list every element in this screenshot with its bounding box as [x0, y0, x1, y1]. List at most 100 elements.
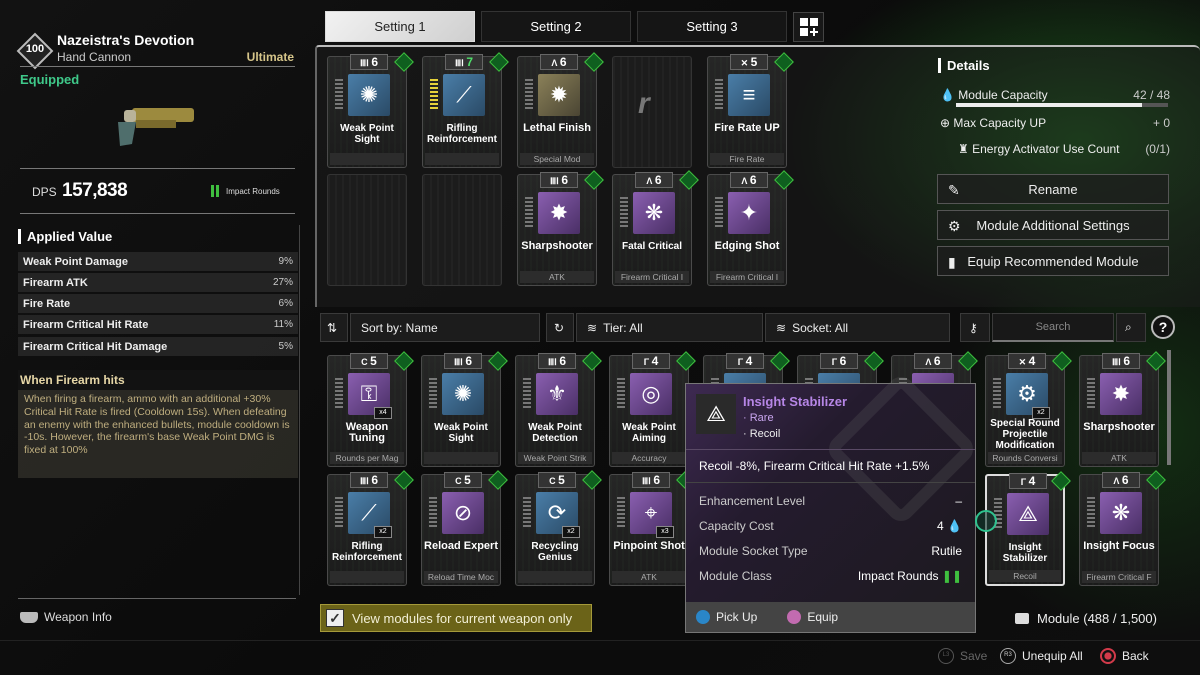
tooltip-row-label: Module Class — [699, 569, 772, 583]
module-name: Weak Point Aiming — [622, 422, 676, 444]
impact-rounds-class-icon — [1051, 471, 1071, 491]
module-card[interactable]: ⅢⅠ 6 ✺ Weak Point Sight — [327, 52, 414, 168]
module-category: Firearm Critical F — [1082, 571, 1156, 583]
cost-value: 5 — [464, 473, 471, 487]
module-card[interactable]: Λ 6 ✦ Edging Shot Firearm Critical I — [707, 170, 794, 286]
unequip-all-button[interactable]: R3 Unequip All — [1000, 648, 1083, 664]
empty-module-slot[interactable]: r — [612, 56, 692, 168]
module-card[interactable]: ⅢⅠ 6 ⚜ Weak Point Detection Weak Point Stri… — [515, 351, 602, 467]
sort-dropdown[interactable]: Sort by: Name — [350, 313, 540, 342]
weapon-rarity: Ultimate — [246, 50, 294, 64]
enhancement-level-bars — [617, 378, 625, 410]
empty-module-slot[interactable] — [422, 174, 502, 286]
add-setting-button[interactable] — [793, 12, 824, 42]
capacity-cost: ⅢⅠ 6 — [350, 54, 388, 70]
cross-button-icon — [696, 610, 710, 624]
module-additional-settings-button[interactable]: ⚙ Module Additional Settings — [937, 210, 1169, 240]
socket-dropdown[interactable]: ≋ Socket: All — [765, 313, 950, 342]
module-card[interactable]: ⅢⅠ 6 ✸ Sharpshooter ATK — [1079, 351, 1166, 467]
sort-order-button[interactable]: ⇅ — [320, 313, 348, 342]
save-button[interactable]: L3 Save — [938, 648, 987, 664]
module-category: ATK — [1082, 452, 1156, 464]
back-button[interactable]: Back — [1100, 648, 1149, 664]
impact-rounds-class-icon — [582, 351, 602, 371]
module-card[interactable]: Γ 4 ⟁ Insight Stabilizer Recoil — [985, 471, 1071, 586]
socket-type-icon: Λ — [551, 58, 560, 68]
equip-action[interactable]: Equip — [787, 610, 838, 624]
module-card[interactable]: Λ 6 ❋ Fatal Critical Firearm Critical I — [612, 170, 699, 286]
impact-rounds-class-icon — [394, 351, 414, 371]
capacity-cost: C 5 — [350, 353, 388, 369]
module-capacity-label: 💧 Module Capacity — [940, 88, 1048, 102]
socket-type-icon: C — [549, 476, 559, 486]
socket-type-icon: Γ — [643, 357, 652, 367]
module-icon: ✦ — [728, 192, 770, 234]
reset-filter-button[interactable]: ↻ — [546, 313, 574, 342]
pick-up-action[interactable]: Pick Up — [696, 610, 757, 624]
enhancement-level-bars — [1087, 497, 1095, 529]
module-card[interactable]: ✕ 5 ≡ Fire Rate UP Fire Rate — [707, 52, 794, 168]
capacity-drop-icon: 💧 — [940, 88, 955, 102]
tab-setting-1[interactable]: Setting 1 — [325, 11, 475, 42]
tooltip-rarity: · Rare — [743, 412, 774, 424]
stack-count: x2 — [562, 526, 580, 538]
module-card[interactable]: ⅢⅠ 6 ✸ Sharpshooter ATK — [517, 170, 604, 286]
module-card[interactable]: ⅢⅠ 6 ⌖ x3 Pinpoint Shot ATK — [609, 470, 696, 586]
view-current-weapon-checkbox[interactable]: ✓ View modules for current weapon only — [320, 604, 592, 632]
module-card[interactable]: ⅢⅠ 7 ⟋ Rifling Reinforcement — [422, 52, 509, 168]
divider — [18, 598, 296, 599]
module-card[interactable]: ⅢⅠ 6 ⟋ x2 Rifling Reinforcement — [327, 470, 414, 586]
module-card[interactable]: C 5 ⊘ Reload Expert Reload Time Moc — [421, 470, 508, 586]
module-storage-icon — [1015, 613, 1029, 624]
tooltip-rarity-text: Rare — [749, 412, 774, 424]
insight-stabilizer-icon: ⟁ — [696, 394, 736, 434]
energy-activator-value: (0/1) — [1145, 142, 1170, 156]
search-button[interactable]: ⌕ — [1116, 313, 1146, 342]
module-card[interactable]: Γ 4 ◎ Weak Point Aiming Accuracy — [609, 351, 696, 467]
weapon-info-button[interactable]: Weapon Info — [20, 610, 112, 624]
enhancement-level-bars — [429, 497, 437, 529]
equip-recommended-button[interactable]: ▮ Equip Recommended Module — [937, 246, 1169, 276]
capacity-cost: C 5 — [538, 472, 576, 488]
trait-title: When Firearm hits — [18, 370, 298, 390]
impact-rounds-class-icon — [582, 470, 602, 490]
module-card[interactable]: ✕ 4 ⚙ x2 Special Round Projectile Modificat… — [985, 351, 1072, 467]
rename-button[interactable]: ✎ Rename — [937, 174, 1169, 204]
impact-rounds-class-icon — [488, 351, 508, 371]
search-icon: ⌕ — [1125, 320, 1132, 334]
left-panel-scrollbar[interactable] — [299, 225, 300, 595]
tooltip-actions: Pick Up Equip — [686, 602, 975, 632]
enhancement-level-bars — [617, 497, 625, 529]
module-card[interactable]: C 5 ⟳ x2 Recycling Genius — [515, 470, 602, 586]
lock-filter-button[interactable]: ⚷ — [960, 313, 990, 342]
tooltip-category-text: Recoil — [749, 428, 781, 440]
module-card[interactable]: Λ 6 ✹ Lethal Finish Special Mod — [517, 52, 604, 168]
module-icon: ❋ — [1100, 492, 1142, 534]
tier-dropdown[interactable]: ≋ Tier: All — [576, 313, 763, 342]
socket-type-icon: Λ — [741, 176, 750, 186]
module-icon: ⟁ — [1007, 493, 1049, 535]
tab-setting-2[interactable]: Setting 2 — [481, 11, 631, 42]
edit-icon: ✎ — [948, 182, 960, 198]
help-button[interactable]: ? — [1151, 315, 1175, 339]
equip-recommended-label: Equip Recommended Module — [967, 253, 1139, 269]
empty-module-slot[interactable] — [327, 174, 407, 286]
inventory-scrollbar[interactable] — [1167, 350, 1171, 465]
module-card[interactable]: Λ 6 ❋ Insight Focus Firearm Critical F — [1079, 470, 1166, 586]
tooltip-row: Capacity Cost 4 💧 — [699, 519, 962, 533]
impact-rounds-class-icon — [864, 351, 884, 371]
impact-rounds-class-icon — [488, 470, 508, 490]
search-input[interactable]: Search — [992, 313, 1114, 342]
tab-setting-3[interactable]: Setting 3 — [637, 11, 787, 42]
capacity-cost: ✕ 4 — [1008, 353, 1046, 369]
bar-chart-icon: ▮ — [948, 254, 956, 270]
module-card[interactable]: ⅢⅠ 6 ✺ Weak Point Sight — [421, 351, 508, 467]
cost-value: 4 — [1028, 354, 1036, 368]
module-icon: ✺ — [348, 74, 390, 116]
enhancement-level-bars — [335, 378, 343, 410]
module-card[interactable]: C 5 ⚿ x4 Weapon Tuning Rounds per Mag — [327, 351, 414, 467]
enhancement-level-bars — [715, 79, 723, 111]
module-name: Sharpshooter — [1083, 421, 1155, 433]
module-name: Weak Point Sight — [434, 422, 488, 444]
stat-value: 5% — [278, 341, 293, 352]
